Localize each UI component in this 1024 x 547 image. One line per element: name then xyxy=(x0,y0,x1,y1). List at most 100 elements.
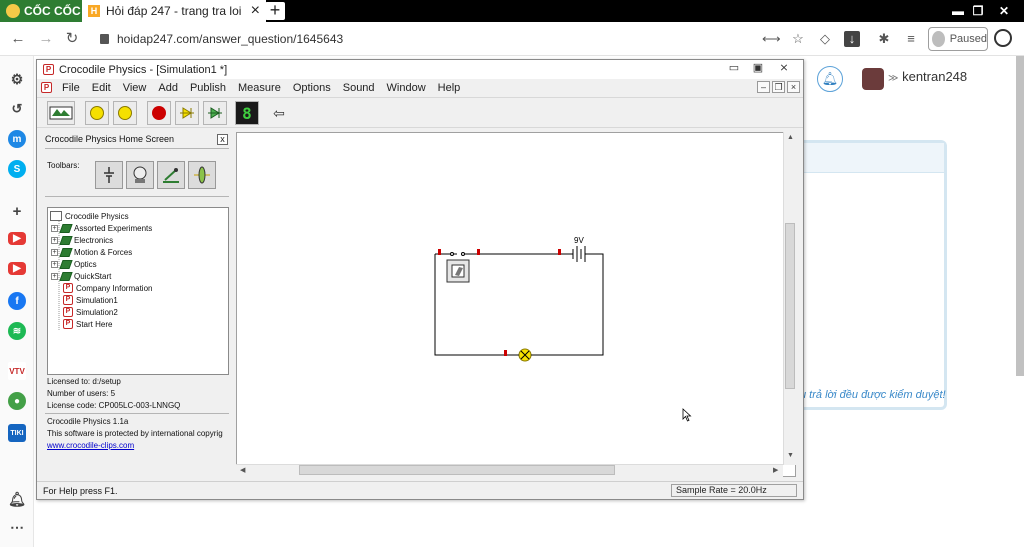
doc-close-icon[interactable]: × xyxy=(787,81,800,93)
browser-tab[interactable]: H Hỏi đáp 247 - trang tra loi × xyxy=(82,0,266,22)
website-link[interactable]: www.crocodile-clips.com xyxy=(47,440,231,452)
license-info: Licensed to: d:/setup Number of users: 5… xyxy=(47,376,180,412)
window-close-icon[interactable]: ✕ xyxy=(992,0,1016,22)
expand-plus-icon[interactable]: + xyxy=(51,272,58,280)
shield-icon[interactable]: ◇ xyxy=(817,31,833,47)
profile-paused-button[interactable]: Paused xyxy=(928,27,988,51)
tree-file[interactable]: P Start Here xyxy=(63,318,112,330)
vertical-scroll-thumb[interactable] xyxy=(785,223,795,389)
page-notification-bell-icon[interactable]: 🔔︎ xyxy=(817,66,843,92)
browser-menu-circle-icon[interactable] xyxy=(994,29,1012,47)
menu-measure[interactable]: Measure xyxy=(232,82,287,94)
skype-icon[interactable]: S xyxy=(8,160,26,178)
yellow-led-tool-icon[interactable] xyxy=(175,101,199,125)
doc-minimize-icon[interactable]: – xyxy=(757,81,770,93)
tree-file[interactable]: P Simulation1 xyxy=(63,294,118,306)
messenger-icon[interactable]: m xyxy=(8,130,26,148)
page-user-avatar[interactable] xyxy=(862,68,884,90)
lamp-tool-2-icon[interactable] xyxy=(113,101,137,125)
tab-close-icon[interactable]: × xyxy=(251,3,260,19)
scroll-down-arrow-icon[interactable]: ▼ xyxy=(787,452,794,459)
game-icon[interactable]: ● xyxy=(8,392,26,410)
menu-edit[interactable]: Edit xyxy=(86,82,117,94)
seven-segment-display-icon[interactable]: 8 xyxy=(235,101,259,125)
home-panel-close-button[interactable]: x xyxy=(217,134,228,145)
tree-folder[interactable]: + Optics xyxy=(51,258,97,270)
tree-folder[interactable]: + Motion & Forces xyxy=(51,246,132,258)
browser-brand[interactable]: CỐC CỐC xyxy=(0,0,82,22)
reload-icon[interactable]: ↻ xyxy=(64,31,80,47)
lamp-tool-icon[interactable] xyxy=(85,101,109,125)
document-icon[interactable]: P xyxy=(41,82,52,93)
menu-file[interactable]: File xyxy=(56,82,86,94)
switch-component[interactable] xyxy=(438,249,480,283)
menu-publish[interactable]: Publish xyxy=(184,82,232,94)
facebook-icon[interactable]: f xyxy=(8,292,26,310)
settings-gear-icon[interactable]: ⚙ xyxy=(8,70,26,88)
scroll-right-arrow-icon[interactable]: ▶ xyxy=(773,466,778,474)
playlist-icon[interactable]: ≡ xyxy=(903,31,919,47)
red-led-tool-icon[interactable] xyxy=(147,101,171,125)
scroll-up-arrow-icon[interactable]: ▲ xyxy=(787,134,794,141)
tree-folder[interactable]: + Electronics xyxy=(51,234,113,246)
tree-folder[interactable]: + QuickStart xyxy=(51,270,111,282)
tree-root[interactable]: Crocodile Physics xyxy=(50,210,129,222)
extensions-puzzle-icon[interactable]: ✱ xyxy=(876,31,892,47)
folder-gem-icon xyxy=(59,235,73,245)
menu-options[interactable]: Options xyxy=(287,82,337,94)
app-close-icon[interactable]: ⨯ xyxy=(773,60,795,77)
expand-plus-icon[interactable]: + xyxy=(51,260,58,268)
add-sidebar-icon[interactable]: + xyxy=(8,202,26,220)
expand-plus-icon[interactable]: + xyxy=(51,236,58,244)
youtube-icon[interactable]: ▶ xyxy=(8,232,26,245)
motion-toolbar-icon[interactable] xyxy=(157,161,185,189)
page-username-text: kentran248 xyxy=(902,69,968,84)
optics-toolbar-icon[interactable] xyxy=(188,161,216,189)
app-title-bar[interactable]: P Crocodile Physics - [Simulation1 *] xyxy=(37,60,803,79)
menu-help[interactable]: Help xyxy=(432,82,467,94)
menu-window[interactable]: Window xyxy=(381,82,432,94)
more-dots-icon[interactable]: ⋯ xyxy=(8,518,26,536)
light-bulb-toolbar-icon[interactable] xyxy=(126,161,154,189)
crocodile-home-icon[interactable] xyxy=(47,101,75,125)
bookmark-star-icon[interactable]: ☆ xyxy=(790,31,806,47)
chevron-down-icon: ≫ xyxy=(888,73,899,84)
vtv-icon[interactable]: VTV xyxy=(8,362,26,380)
download-icon[interactable]: ↓ xyxy=(844,31,860,47)
scroll-left-arrow-icon[interactable]: ◀ xyxy=(240,466,245,474)
history-icon[interactable]: ↺ xyxy=(8,100,26,118)
physics-file-icon: P xyxy=(63,295,73,305)
menu-sound[interactable]: Sound xyxy=(337,82,381,94)
electricity-toolbar-icon[interactable] xyxy=(95,161,123,189)
menu-add[interactable]: Add xyxy=(152,82,184,94)
menu-view[interactable]: View xyxy=(117,82,153,94)
page-username[interactable]: ≫ kentran248 xyxy=(888,69,967,84)
forward-arrow-icon[interactable]: → xyxy=(38,31,54,47)
spotify-icon[interactable]: ≋ xyxy=(8,322,26,340)
green-led-tool-icon[interactable] xyxy=(203,101,227,125)
expand-plus-icon[interactable]: + xyxy=(51,224,58,232)
back-arrow-icon[interactable]: ← xyxy=(10,31,26,47)
lamp-component[interactable] xyxy=(504,348,537,362)
battery-component[interactable]: 9V xyxy=(558,236,593,262)
expand-plus-icon[interactable]: + xyxy=(51,248,58,256)
simulation-canvas[interactable]: 9V xyxy=(236,132,796,477)
doc-restore-icon[interactable]: ❐ xyxy=(772,81,785,93)
window-restore-icon[interactable]: ❐ xyxy=(966,0,990,22)
app-maximize-icon[interactable]: ▣ xyxy=(747,60,769,77)
tree-file[interactable]: P Company Information xyxy=(63,282,152,294)
back-arrow-tool-icon[interactable]: ⇦ xyxy=(267,101,291,125)
tree-file[interactable]: P Simulation2 xyxy=(63,306,118,318)
app-minimize-icon[interactable]: ▭ xyxy=(723,60,745,77)
translate-icon[interactable]: ⟷ xyxy=(762,31,781,47)
notification-bell-icon[interactable]: 🔔︎ xyxy=(8,490,26,508)
horizontal-scroll-thumb[interactable] xyxy=(299,465,615,475)
new-tab-button[interactable]: + xyxy=(265,1,285,20)
youtube-icon-2[interactable]: ▶ xyxy=(8,262,26,275)
page-scrollbar[interactable] xyxy=(1016,56,1024,376)
divider xyxy=(45,196,229,197)
tiki-icon[interactable]: TIKI xyxy=(8,424,26,442)
address-bar[interactable]: hoidap247.com/answer_question/1645643 xyxy=(100,30,500,48)
number-of-users: Number of users: 5 xyxy=(47,389,116,398)
tree-folder[interactable]: + Assorted Experiments xyxy=(51,222,152,234)
